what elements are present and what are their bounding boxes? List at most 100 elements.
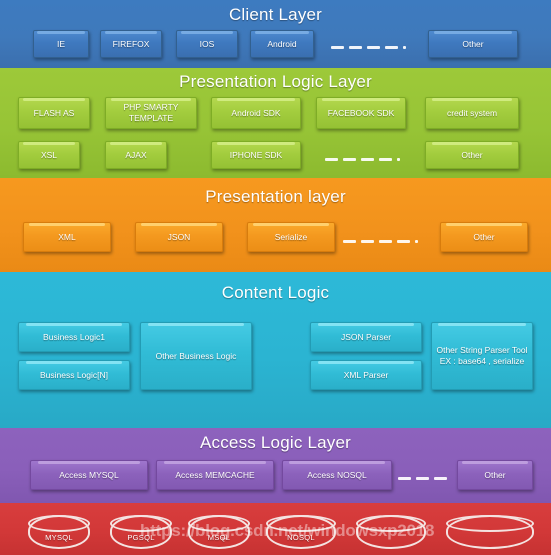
preslogic-item-credit-system[interactable]: credit system	[425, 97, 519, 129]
client-item-firefox-label: FIREFOX	[112, 38, 150, 49]
presentation-item-xml-label: XML	[58, 231, 76, 242]
contentlogic-item-business-logic-n-label: Business Logic[N]	[39, 369, 109, 380]
dash-segment	[397, 240, 410, 243]
dash-segment	[343, 240, 356, 243]
contentlogic-item-json-parser[interactable]: JSON Parser	[310, 322, 422, 352]
preslogic-item-ajax-label: AJAX	[125, 149, 147, 160]
cylinder-top-cap	[356, 515, 426, 532]
preslogic-item-php-smarty-template-label: PHP SMARTY TEMPLATE	[123, 102, 179, 123]
dash-segment	[361, 240, 374, 243]
presentation-item-other-label: Other	[473, 231, 495, 242]
contentlogic-item-xml-parser-label: XML Parser	[343, 369, 389, 380]
layer-presentation: Presentation layer XML JSON Serialize Ot…	[0, 178, 551, 272]
dash-dot	[397, 158, 400, 161]
presentation-dashed-connector	[343, 240, 418, 243]
contentlogic-item-other-string-parser[interactable]: Other String Parser Tool EX : base64 , s…	[431, 322, 533, 390]
accesslogic-item-access-mysql-label: Access MYSQL	[59, 469, 119, 480]
cylinder-top-cap	[188, 515, 250, 532]
preslogic-item-iphone-sdk-label: IPHONE SDK	[229, 149, 283, 160]
layer-access-logic: Access Logic Layer Access MYSQL Access M…	[0, 428, 551, 503]
presentation-item-json-label: JSON	[167, 231, 191, 242]
database-cylinder-mysql-label: MYSQL	[45, 533, 73, 542]
accesslogic-item-other[interactable]: Other	[457, 460, 533, 490]
client-item-android-label: Android	[267, 38, 297, 49]
contentlogic-item-other-business-logic-label: Other Business Logic	[155, 350, 237, 361]
layer-title-access-logic: Access Logic Layer	[199, 433, 351, 452]
dash-segment	[367, 46, 380, 49]
client-item-ie-label: IE	[56, 38, 66, 49]
dash-segment	[325, 158, 338, 161]
layer-content-logic: Content Logic Business Logic1 Business L…	[0, 272, 551, 428]
cylinder-top-cap	[266, 515, 336, 532]
layer-database: MYSQL PGSQL MSQL NOSQL	[0, 503, 551, 555]
accesslogic-item-other-label: Other	[484, 469, 506, 480]
database-cylinder-6[interactable]	[446, 515, 534, 549]
accesslogic-item-access-nosql-label: Access NOSQL	[307, 469, 367, 480]
contentlogic-item-business-logic-n[interactable]: Business Logic[N]	[18, 360, 130, 390]
architecture-diagram: Client Layer IE FIREFOX IOS Android Othe…	[0, 0, 551, 555]
preslogic-dashed-connector	[325, 158, 400, 161]
contentlogic-item-other-string-parser-label: Other String Parser Tool EX : base64 , s…	[436, 345, 528, 366]
dash-segment	[343, 158, 356, 161]
preslogic-item-php-smarty-template[interactable]: PHP SMARTY TEMPLATE	[105, 97, 197, 129]
cylinder-top-cap	[110, 515, 172, 532]
accesslogic-item-access-mysql[interactable]: Access MYSQL	[30, 460, 148, 490]
dash-segment	[349, 46, 362, 49]
preslogic-item-android-sdk[interactable]: Android SDK	[211, 97, 301, 129]
preslogic-item-iphone-sdk[interactable]: IPHONE SDK	[211, 141, 301, 169]
dash-segment	[379, 240, 392, 243]
preslogic-item-xsl[interactable]: XSL	[18, 141, 80, 169]
preslogic-item-facebook-sdk[interactable]: FACEBOOK SDK	[316, 97, 406, 129]
preslogic-item-credit-system-label: credit system	[446, 107, 498, 118]
layer-title-presentation-logic: Presentation Logic Layer	[179, 72, 372, 91]
client-item-firefox[interactable]: FIREFOX	[100, 30, 162, 58]
contentlogic-item-business-logic-1-label: Business Logic1	[43, 331, 105, 342]
preslogic-item-xsl-label: XSL	[40, 149, 58, 160]
client-item-ios-label: IOS	[199, 38, 215, 49]
dash-segment	[331, 46, 344, 49]
preslogic-item-other[interactable]: Other	[425, 141, 519, 169]
dash-segment	[434, 477, 447, 480]
client-item-other[interactable]: Other	[428, 30, 518, 58]
presentation-item-xml[interactable]: XML	[23, 222, 111, 252]
contentlogic-item-xml-parser[interactable]: XML Parser	[310, 360, 422, 390]
presentation-item-serialize[interactable]: Serialize	[247, 222, 335, 252]
layer-title-content-logic: Content Logic	[221, 283, 330, 302]
database-cylinder-pgsql-label: PGSQL	[127, 533, 155, 542]
layer-client: Client Layer IE FIREFOX IOS Android Othe…	[0, 0, 551, 68]
dash-segment	[398, 477, 411, 480]
client-item-ie[interactable]: IE	[33, 30, 89, 58]
cylinder-top-cap	[28, 515, 90, 532]
accesslogic-item-access-memcache[interactable]: Access MEMCACHE	[156, 460, 274, 490]
preslogic-item-facebook-sdk-label: FACEBOOK SDK	[327, 107, 395, 118]
accesslogic-dashed-connector	[398, 477, 447, 480]
preslogic-item-flash-as-label: FLASH AS	[33, 107, 75, 118]
contentlogic-item-business-logic-1[interactable]: Business Logic1	[18, 322, 130, 352]
database-cylinder-5[interactable]	[356, 515, 426, 549]
database-cylinder-msql[interactable]: MSQL	[188, 515, 250, 549]
client-item-other-label: Other	[462, 38, 484, 49]
database-cylinder-mysql[interactable]: MYSQL	[28, 515, 90, 549]
client-item-android[interactable]: Android	[250, 30, 314, 58]
presentation-item-serialize-label: Serialize	[274, 231, 308, 242]
accesslogic-item-access-memcache-label: Access MEMCACHE	[175, 469, 255, 480]
dash-dot	[403, 46, 406, 49]
presentation-item-json[interactable]: JSON	[135, 222, 223, 252]
cylinder-top-cap	[446, 515, 534, 532]
accesslogic-item-access-nosql[interactable]: Access NOSQL	[282, 460, 392, 490]
dash-dot	[415, 240, 418, 243]
layer-title-client: Client Layer	[228, 5, 323, 24]
database-cylinder-msql-label: MSQL	[207, 533, 231, 542]
database-cylinder-pgsql[interactable]: PGSQL	[110, 515, 172, 549]
contentlogic-item-json-parser-label: JSON Parser	[340, 331, 392, 342]
database-cylinder-nosql-label: NOSQL	[287, 533, 315, 542]
database-cylinder-nosql[interactable]: NOSQL	[266, 515, 336, 549]
preslogic-item-other-label: Other	[461, 149, 483, 160]
layer-title-presentation: Presentation layer	[205, 187, 346, 206]
preslogic-item-ajax[interactable]: AJAX	[105, 141, 167, 169]
preslogic-item-flash-as[interactable]: FLASH AS	[18, 97, 90, 129]
client-item-ios[interactable]: IOS	[176, 30, 238, 58]
contentlogic-item-other-business-logic[interactable]: Other Business Logic	[140, 322, 252, 390]
dash-segment	[379, 158, 392, 161]
presentation-item-other[interactable]: Other	[440, 222, 528, 252]
